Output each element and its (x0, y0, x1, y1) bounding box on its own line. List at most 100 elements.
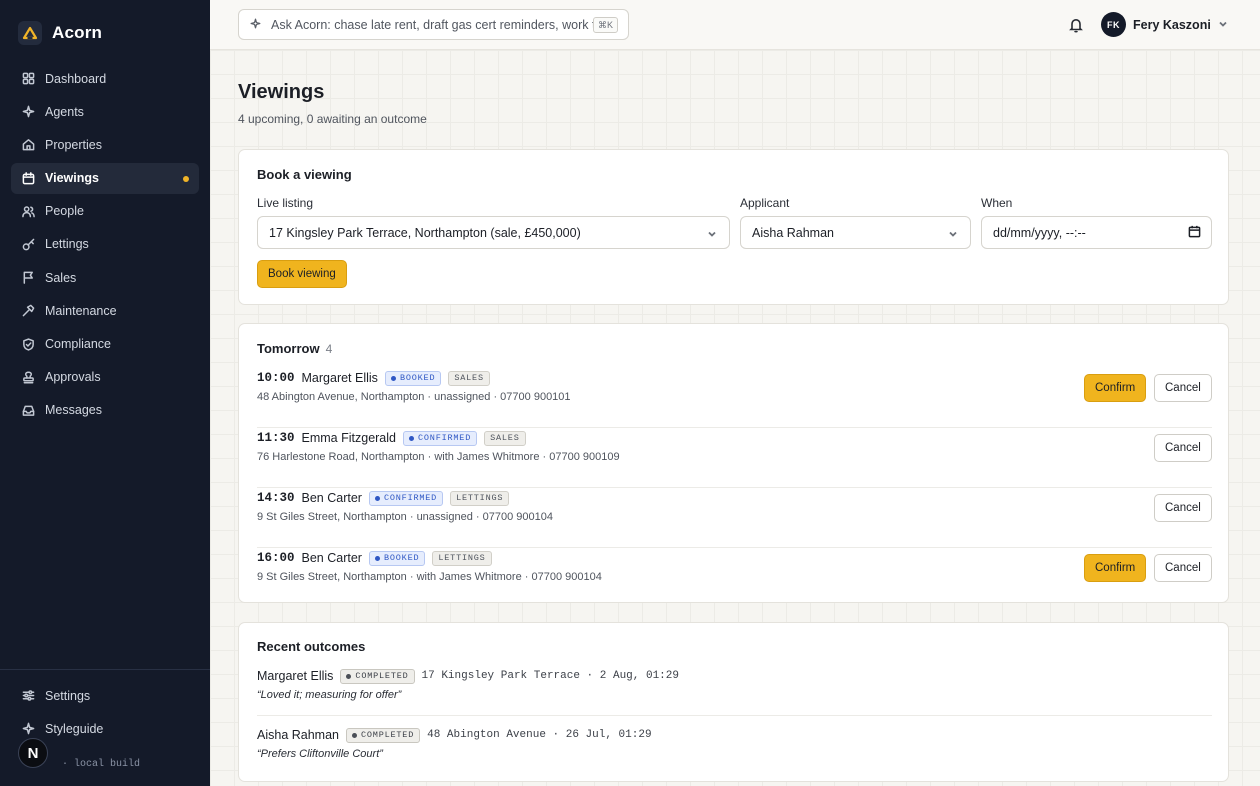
row-divider (257, 715, 1212, 716)
table-row: 10:00 Margaret Ellis BOOKED SALES 48 Abi… (257, 368, 1212, 428)
notifications-bell-icon[interactable] (1069, 17, 1083, 33)
page-title: Viewings (238, 81, 325, 103)
shield-icon (22, 337, 35, 351)
outcome-meta: 48 Abington Avenue · 26 Jul, 01:29 (427, 729, 652, 741)
sidebar-item-label: People (45, 204, 84, 219)
viewing-details: 9 St Giles Street, Northampton · unassig… (257, 511, 553, 523)
sidebar-item-messages[interactable]: Messages (11, 395, 199, 426)
cancel-button[interactable]: Cancel (1154, 374, 1212, 402)
sidebar-item-label: Sales (45, 270, 77, 285)
viewing-time: 16:00 (257, 551, 295, 565)
sidebar-item-lettings[interactable]: Lettings (11, 229, 199, 260)
topbar: Ask Acorn: chase late rent, draft gas ce… (210, 0, 1260, 50)
tomorrow-title: Tomorrow (257, 341, 320, 356)
sidebar-item-label: Messages (45, 403, 102, 418)
tomorrow-viewings-card: Tomorrow 4 10:00 Margaret Ellis BOOKED SA… (238, 323, 1229, 603)
type-badge: SALES (484, 430, 526, 446)
key-icon (22, 238, 35, 251)
type-badge: LETTINGS (432, 550, 492, 566)
outcome-meta: 17 Kingsley Park Terrace · 2 Aug, 01:29 (421, 670, 679, 682)
sidebar-item-label: Styleguide (45, 721, 104, 736)
chevron-down-icon (707, 228, 717, 242)
hammer-icon (22, 304, 35, 317)
when-label: When (981, 196, 1013, 210)
sidebar-item-viewings[interactable]: Viewings (11, 162, 199, 194)
listing-select[interactable]: 17 Kingsley Park Terrace, Northampton (s… (257, 216, 730, 249)
status-badge: CONFIRMED (368, 490, 444, 506)
outcome-name: Margaret Ellis (257, 669, 334, 683)
status-badge: COMPLETED (346, 727, 421, 743)
table-row: 11:30 Emma Fitzgerald CONFIRMED SALES 76… (257, 428, 1212, 488)
outcome-name: Aisha Rahman (257, 728, 339, 742)
tomorrow-count: 4 (325, 342, 333, 356)
sidebar-item-people[interactable]: People (11, 196, 199, 227)
applicant-name: Margaret Ellis (301, 371, 378, 385)
viewing-details: 9 St Giles Street, Northampton · with Ja… (257, 571, 602, 583)
sidebar-item-settings[interactable]: Settings (11, 680, 199, 711)
confirm-button[interactable]: Confirm (1084, 374, 1147, 402)
sidebar-item-maintenance[interactable]: Maintenance (11, 295, 199, 326)
ask-acorn-input[interactable]: Ask Acorn: chase late rent, draft gas ce… (238, 9, 629, 40)
shortcut-hint: ⌘K (592, 17, 618, 33)
users-icon (22, 205, 35, 218)
sidebar-item-label: Lettings (45, 237, 89, 252)
status-dot (352, 732, 357, 738)
cancel-button[interactable]: Cancel (1154, 434, 1212, 462)
viewing-time: 11:30 (257, 431, 295, 445)
status-badge: BOOKED (384, 370, 442, 386)
sidebar-item-label: Settings (45, 688, 91, 703)
sidebar: Acorn Dashboard Agents Properties Viewin… (0, 0, 210, 786)
confirm-button[interactable]: Confirm (1084, 554, 1147, 582)
when-datetime-input[interactable]: dd/mm/yyyy, --:-- (981, 216, 1212, 249)
viewing-time: 14:30 (257, 491, 295, 505)
grid-icon (22, 72, 35, 85)
viewing-details: 76 Harlestone Road, Northampton · with J… (257, 451, 620, 463)
sidebar-item-label: Maintenance (45, 303, 117, 318)
status-badge: BOOKED (368, 550, 426, 566)
ask-acorn-placeholder: Ask Acorn: chase late rent, draft gas ce… (271, 17, 593, 32)
sidebar-item-sales[interactable]: Sales (11, 262, 199, 293)
avatar: FK (1101, 12, 1126, 37)
sidebar-item-label: Viewings (45, 171, 99, 186)
cancel-button[interactable]: Cancel (1154, 494, 1212, 522)
applicant-name: Ben Carter (301, 551, 362, 565)
stamp-icon (22, 371, 35, 384)
applicant-name: Ben Carter (301, 491, 362, 505)
brand-name: Acorn (52, 23, 103, 42)
applicant-select[interactable]: Aisha Rahman (740, 216, 971, 249)
applicant-label: Applicant (740, 196, 790, 210)
list-item: Margaret Ellis COMPLETED 17 Kingsley Par… (257, 666, 1212, 701)
sidebar-item-approvals[interactable]: Approvals (11, 362, 199, 393)
book-viewing-button[interactable]: Book viewing (257, 260, 347, 288)
user-menu[interactable]: FK Fery Kaszoni (1101, 12, 1228, 37)
recent-outcomes-title: Recent outcomes (257, 639, 366, 654)
acorn-logo-icon (18, 21, 42, 45)
sidebar-item-label: Properties (45, 137, 102, 152)
build-note: · local build (62, 759, 141, 770)
sidebar-item-label: Approvals (45, 370, 101, 385)
sidebar-item-agents[interactable]: Agents (11, 96, 199, 127)
table-row: 14:30 Ben Carter CONFIRMED LETTINGS 9 St… (257, 488, 1212, 548)
book-viewing-title: Book a viewing (257, 167, 352, 182)
sidebar-item-dashboard[interactable]: Dashboard (11, 63, 199, 94)
book-viewing-card: Book a viewing Live listing 17 Kingsley … (238, 149, 1229, 305)
main-content: Viewings 4 upcoming, 0 awaiting an outco… (210, 50, 1260, 786)
cancel-button[interactable]: Cancel (1154, 554, 1212, 582)
status-badge: COMPLETED (340, 668, 415, 684)
chevron-down-icon (948, 228, 958, 242)
active-dot (183, 175, 189, 182)
viewing-details: 48 Abington Avenue, Northampton · unassi… (257, 391, 571, 403)
sidebar-item-label: Dashboard (45, 71, 107, 86)
viewing-time: 10:00 (257, 371, 295, 385)
status-badge: CONFIRMED (403, 430, 478, 446)
sidebar-item-label: Compliance (45, 337, 112, 351)
brand[interactable]: Acorn (18, 21, 102, 45)
sliders-icon (22, 689, 35, 702)
dev-badge[interactable]: N (18, 738, 48, 768)
sidebar-item-properties[interactable]: Properties (11, 129, 199, 160)
when-placeholder: dd/mm/yyyy, --:-- (993, 225, 1086, 240)
sidebar-item-compliance[interactable]: Compliance (11, 329, 199, 360)
applicant-name: Emma Fitzgerald (301, 431, 396, 445)
status-dot (390, 375, 396, 381)
sidebar-nav: Dashboard Agents Properties Viewings Peo… (11, 63, 199, 428)
